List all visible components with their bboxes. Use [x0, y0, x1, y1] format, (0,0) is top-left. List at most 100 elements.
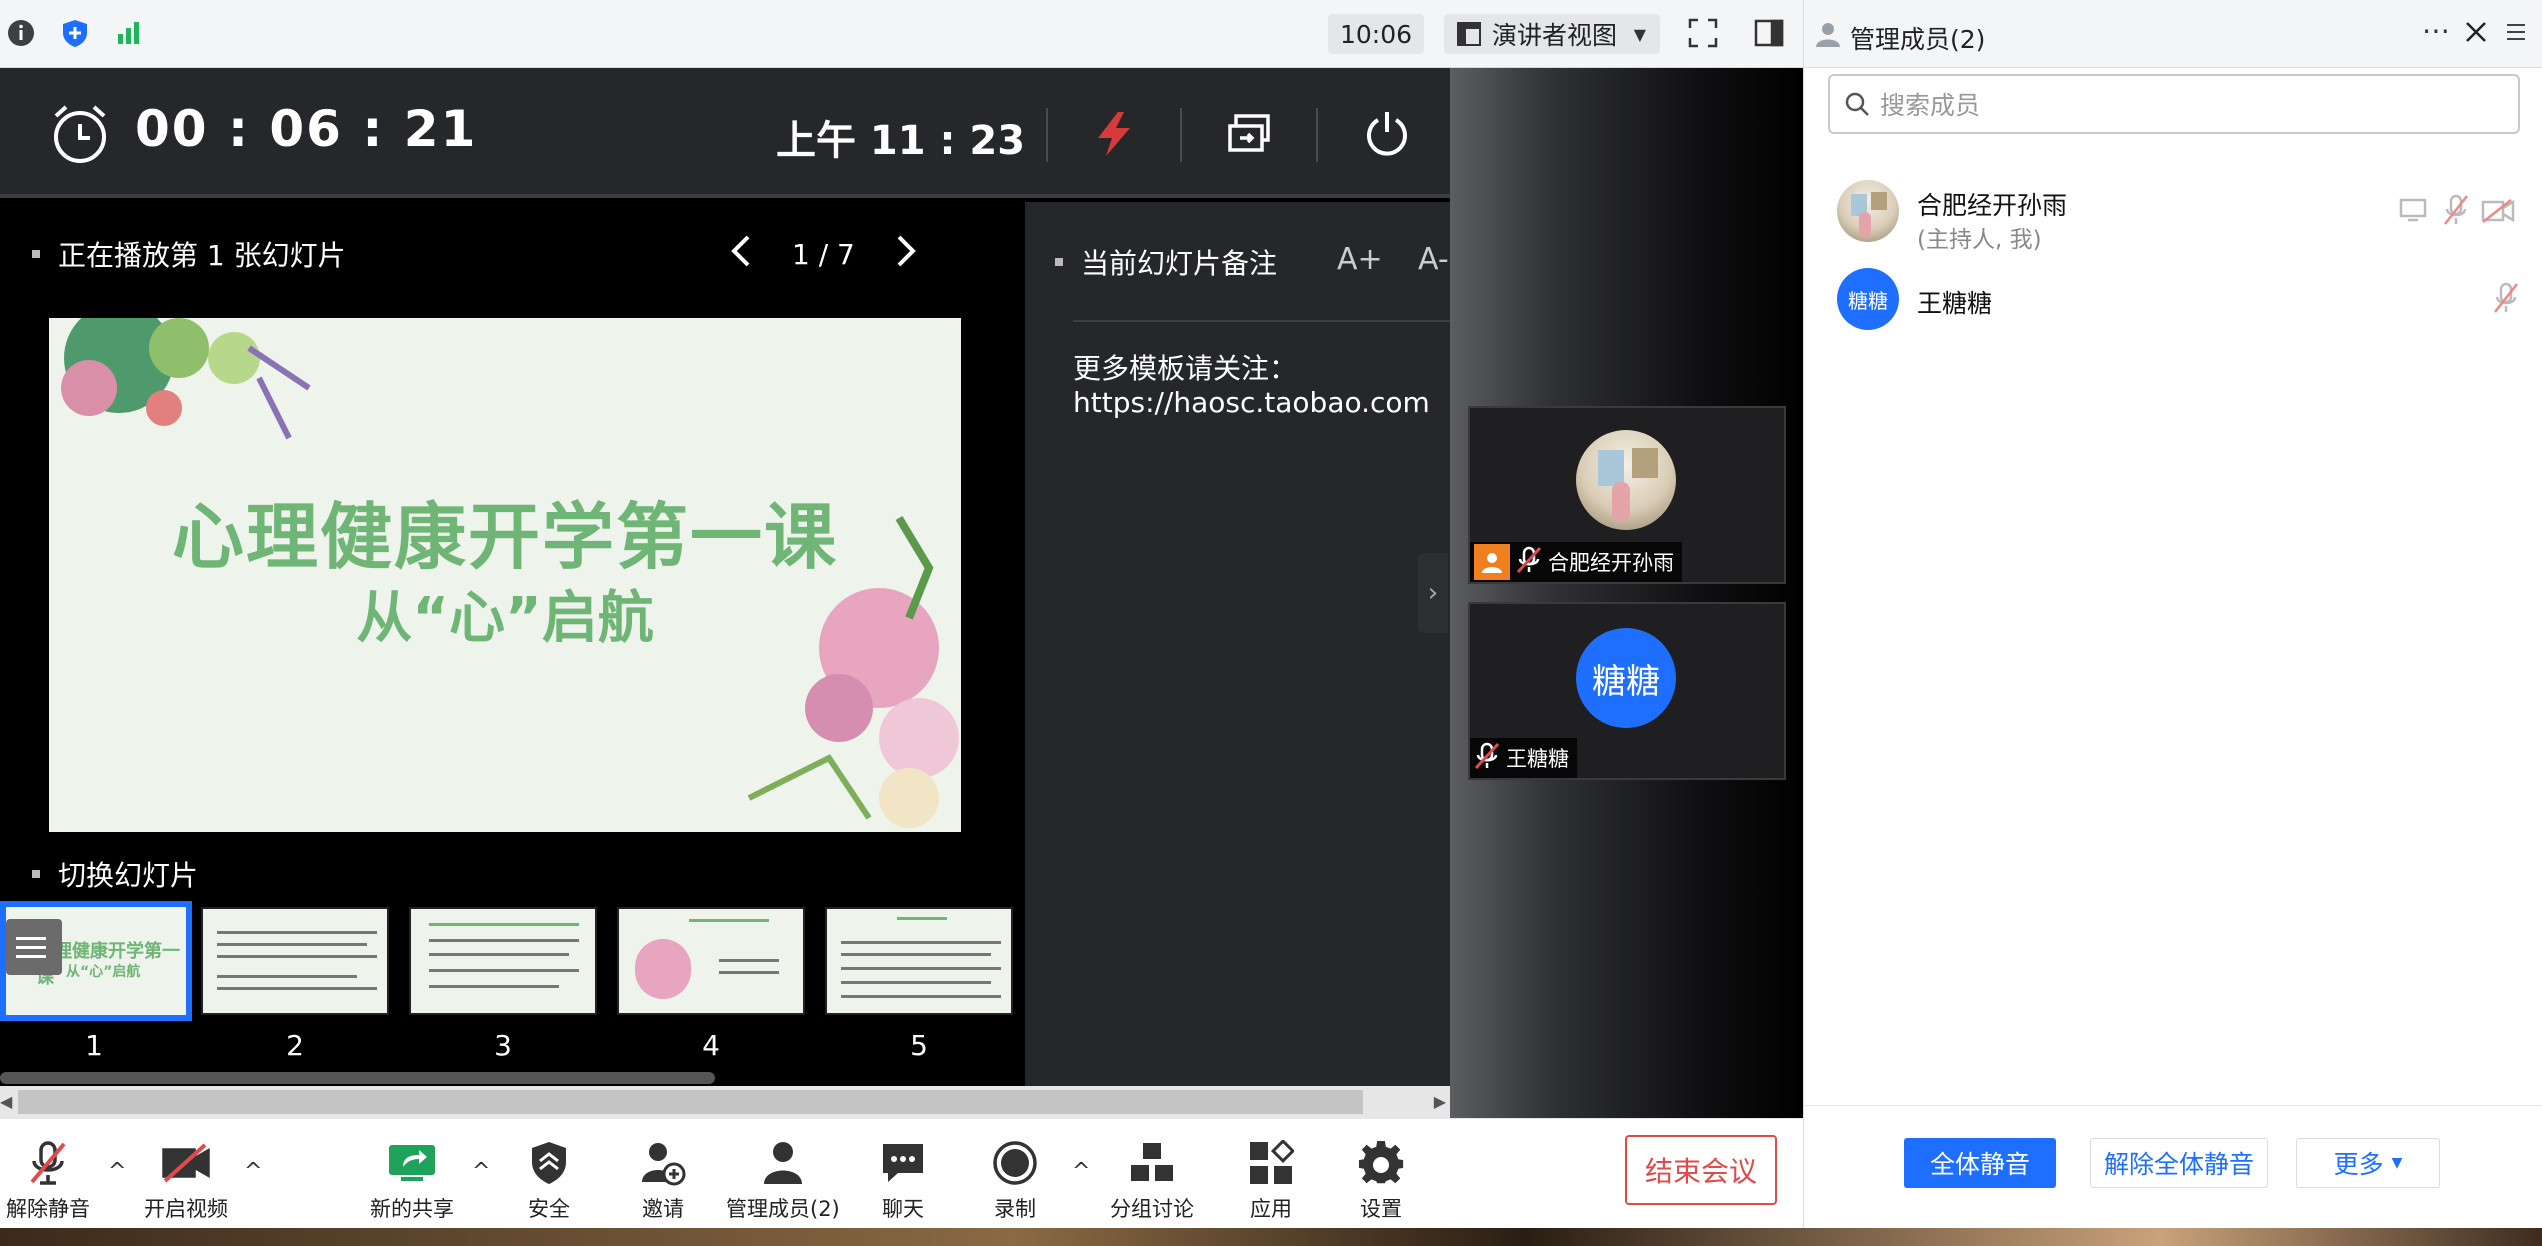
- elapsed-timer: 00 : 06 : 21: [135, 100, 478, 158]
- switch-screen-icon[interactable]: [1226, 112, 1272, 160]
- manage-members-button[interactable]: 管理成员(2): [726, 1139, 840, 1223]
- dropdown-arrow-icon: ▼: [1633, 24, 1646, 44]
- fullscreen-icon[interactable]: [1686, 16, 1720, 50]
- meeting-toolbar: 解除静音 ^ 开启视频 ^ 新的共享 ^ 安全 邀请 管理成员(2) 聊天 录制…: [0, 1118, 1803, 1228]
- shield-plus-icon[interactable]: [58, 16, 92, 50]
- divider: [1316, 108, 1318, 162]
- next-slide-icon[interactable]: [895, 234, 917, 275]
- thumbnail-number: 5: [910, 1029, 928, 1062]
- more-options-icon[interactable]: ⋯: [2422, 14, 2452, 47]
- notes-label-text: 当前幻灯片备注: [1081, 247, 1278, 280]
- video-options-caret-icon[interactable]: ^: [244, 1159, 262, 1184]
- unmute-button[interactable]: 解除静音: [6, 1139, 90, 1223]
- list-menu-icon[interactable]: [6, 919, 62, 975]
- security-shield-icon: [524, 1139, 574, 1187]
- now-playing-label: 正在播放第 1 张幻灯片: [32, 234, 346, 274]
- font-increase-button[interactable]: A+: [1337, 242, 1383, 277]
- end-meeting-button[interactable]: 结束会议: [1625, 1135, 1777, 1205]
- notes-label: 当前幻灯片备注: [1055, 242, 1277, 282]
- thumbnail-number: 1: [85, 1029, 103, 1062]
- thumbnail-scrollbar[interactable]: [0, 1072, 715, 1084]
- host-badge-icon: [1474, 544, 1510, 580]
- slide-thumbnail-3[interactable]: [409, 907, 597, 1015]
- record-options-caret-icon[interactable]: ^: [1072, 1159, 1090, 1184]
- divider: [1046, 108, 1048, 162]
- dropdown-arrow-icon: ▼: [2391, 1155, 2403, 1171]
- collapse-panel-button[interactable]: ›: [1418, 553, 1448, 633]
- participant-avatar: 糖糖: [1576, 628, 1676, 728]
- slide-thumbnail-4[interactable]: [617, 907, 805, 1015]
- divider: [1180, 108, 1182, 162]
- members-panel: 管理成员(2) ⋯ 搜索成员 合肥经开孙雨 (主持人, 我) 糖糖 王糖糖 全体…: [1803, 0, 2542, 1228]
- camera-off-icon: [161, 1139, 211, 1187]
- more-button-label: 更多: [2333, 1150, 2384, 1179]
- view-mode-dropdown[interactable]: 演讲者视图 ▼: [1444, 14, 1660, 54]
- prev-slide-icon[interactable]: [730, 234, 752, 275]
- mic-muted-icon: [1516, 546, 1542, 579]
- bullet-icon: [1055, 258, 1063, 266]
- member-role: (主持人, 我): [1917, 227, 2042, 253]
- chat-bubble-icon: [878, 1139, 928, 1187]
- current-slide[interactable]: 心理健康开学第一课 从“心”启航: [49, 318, 961, 832]
- signal-bars-icon[interactable]: [112, 16, 146, 50]
- member-row[interactable]: 糖糖 王糖糖: [1837, 268, 2519, 338]
- slide-thumbnail-2[interactable]: [201, 907, 389, 1015]
- video-tile-host[interactable]: 合肥经开孙雨: [1468, 406, 1786, 584]
- add-user-icon: [638, 1139, 688, 1187]
- laser-pointer-icon[interactable]: [1092, 110, 1136, 162]
- share-options-caret-icon[interactable]: ^: [472, 1159, 490, 1184]
- tile-participant-name: 合肥经开孙雨: [1548, 551, 1674, 575]
- font-decrease-button[interactable]: A-: [1418, 242, 1449, 277]
- thumbnail-number: 4: [702, 1029, 720, 1062]
- unmute-all-button[interactable]: 解除全体静音: [2090, 1138, 2268, 1188]
- thumbnail-strip: 心理健康开学第一课 从“心”启航 1 2 3 4 5: [0, 901, 1025, 1062]
- mute-all-button[interactable]: 全体静音: [1904, 1138, 2056, 1188]
- record-button[interactable]: 录制: [990, 1139, 1040, 1223]
- notes-divider: [1073, 320, 1450, 322]
- mic-muted-icon[interactable]: [2493, 282, 2519, 318]
- scroll-right-icon[interactable]: ▶: [1434, 1092, 1446, 1111]
- bullet-icon: [32, 250, 40, 258]
- new-share-button[interactable]: 新的共享: [370, 1139, 454, 1223]
- power-icon[interactable]: [1364, 108, 1410, 162]
- slide-panel: 正在播放第 1 张幻灯片 1 / 7 心理健康开学第一课 从“心”启航 切换幻灯…: [0, 202, 1025, 1088]
- unmute-label: 解除静音: [6, 1197, 90, 1221]
- search-placeholder: 搜索成员: [1880, 91, 1981, 120]
- scrollbar-thumb[interactable]: [18, 1090, 1363, 1114]
- hamburger-icon[interactable]: [2506, 22, 2526, 46]
- breakout-rooms-button[interactable]: 分组讨论: [1110, 1139, 1194, 1223]
- close-icon[interactable]: [2464, 20, 2488, 48]
- slide-thumbnail-5[interactable]: [825, 907, 1013, 1015]
- audio-options-caret-icon[interactable]: ^: [108, 1159, 126, 1184]
- video-column: › 合肥经开孙雨 糖糖 王糖糖: [1418, 68, 1803, 1118]
- member-row[interactable]: 合肥经开孙雨 (主持人, 我): [1837, 180, 2517, 253]
- mic-muted-icon[interactable]: [2443, 194, 2469, 230]
- video-tile-member[interactable]: 糖糖 王糖糖: [1468, 602, 1786, 780]
- gear-icon: [1356, 1139, 1406, 1187]
- sidebar-toggle-icon[interactable]: [1752, 16, 1786, 50]
- settings-button[interactable]: 设置: [1356, 1139, 1406, 1223]
- view-mode-label: 演讲者视图: [1492, 21, 1618, 50]
- security-button[interactable]: 安全: [524, 1139, 574, 1223]
- slide-subtitle: 从“心”启航: [356, 586, 654, 651]
- search-members-input[interactable]: 搜索成员: [1828, 74, 2520, 134]
- notes-content: 更多模板请关注： https://haosc.taobao.com: [1073, 352, 1430, 420]
- thumbnail-number: 2: [286, 1029, 304, 1062]
- scroll-left-icon[interactable]: ◀: [0, 1092, 12, 1111]
- apps-grid-icon: [1246, 1139, 1296, 1187]
- invite-button[interactable]: 邀请: [638, 1139, 688, 1223]
- manage-members-label: 管理成员(2): [726, 1197, 840, 1221]
- slide-thumbnail-1[interactable]: 心理健康开学第一课 从“心”启航: [0, 901, 192, 1021]
- member-avatar: [1837, 180, 1899, 242]
- settings-label: 设置: [1360, 1197, 1402, 1221]
- start-video-button[interactable]: 开启视频: [144, 1139, 228, 1223]
- horizontal-scrollbar[interactable]: ◀ ▶: [0, 1086, 1450, 1118]
- participant-avatar: [1576, 430, 1676, 530]
- chat-button[interactable]: 聊天: [878, 1139, 928, 1223]
- tile-participant-name: 王糖糖: [1506, 747, 1569, 771]
- more-button[interactable]: 更多 ▼: [2296, 1138, 2440, 1188]
- apps-label: 应用: [1250, 1197, 1292, 1221]
- camera-off-icon[interactable]: [2481, 198, 2515, 228]
- info-icon[interactable]: [4, 16, 38, 50]
- apps-button[interactable]: 应用: [1246, 1139, 1296, 1223]
